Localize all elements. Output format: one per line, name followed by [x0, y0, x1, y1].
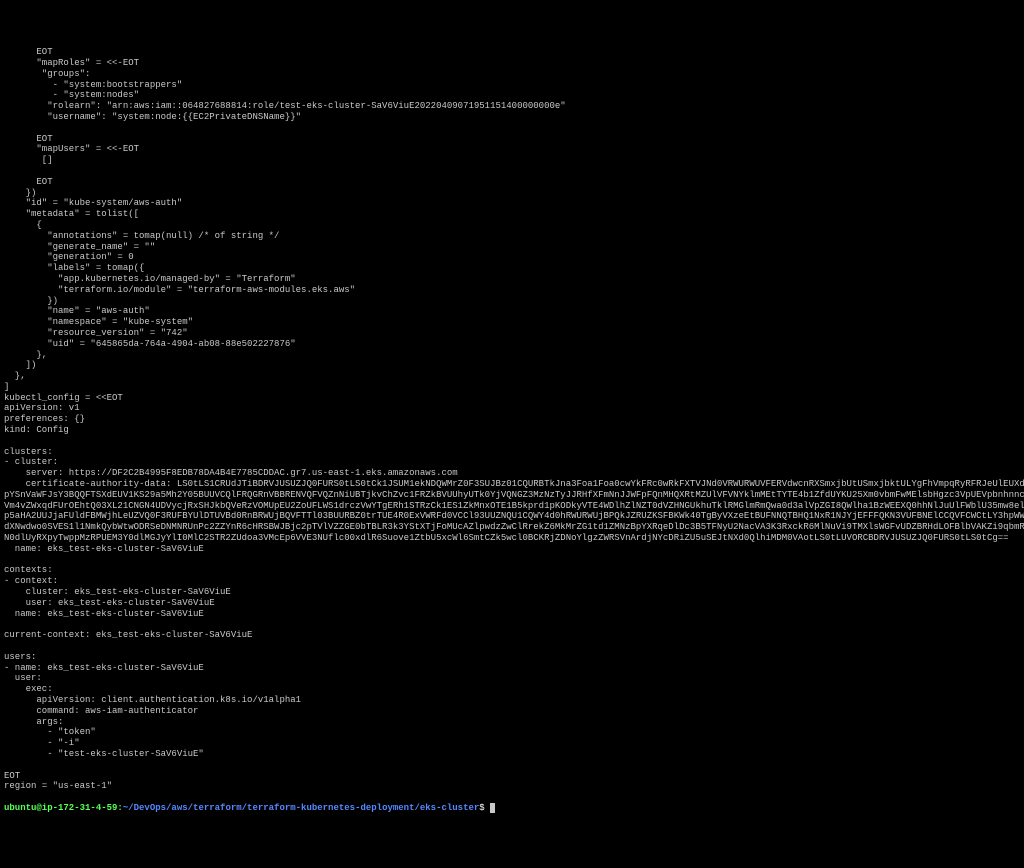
prompt-user-host: ubuntu@ip-172-31-4-59 — [4, 803, 117, 813]
terminal-line: "annotations" = tomap(null) /* of string… — [4, 231, 1020, 242]
terminal-line: "groups": — [4, 69, 1020, 80]
terminal-line: current-context: eks_test-eks-cluster-Sa… — [4, 630, 1020, 641]
terminal-line: "mapRoles" = <<-EOT — [4, 58, 1020, 69]
terminal-line: "name" = "aws-auth" — [4, 306, 1020, 317]
terminal-line — [4, 436, 1020, 447]
terminal-line: preferences: {} — [4, 414, 1020, 425]
terminal-line: [] — [4, 155, 1020, 166]
prompt-dollar: $ — [479, 803, 484, 813]
terminal-line: - "system:nodes" — [4, 90, 1020, 101]
terminal-line: cluster: eks_test-eks-cluster-SaV6ViuE — [4, 587, 1020, 598]
terminal-line: "namespace" = "kube-system" — [4, 317, 1020, 328]
terminal-line: "generate_name" = "" — [4, 242, 1020, 253]
terminal-line: args: — [4, 717, 1020, 728]
terminal-line: Vm4vZWxqdFUrOEhtQ03XL21CNGN4UDVycjRxSHJk… — [4, 501, 1020, 512]
terminal-line: name: eks_test-eks-cluster-SaV6ViuE — [4, 609, 1020, 620]
terminal-line — [4, 555, 1020, 566]
terminal-line: N0dlUyRXpyTwppMzRPUEM3Y0dlMGJyYlI0MlC2ST… — [4, 533, 1020, 544]
terminal-line: - context: — [4, 576, 1020, 587]
terminal-line: contexts: — [4, 565, 1020, 576]
terminal-line: }) — [4, 188, 1020, 199]
terminal-line: ] — [4, 382, 1020, 393]
terminal-line: users: — [4, 652, 1020, 663]
terminal-line: "resource_version" = "742" — [4, 328, 1020, 339]
terminal-line: server: https://DF2C2B4995F8EDB78DA4B4E7… — [4, 468, 1020, 479]
terminal-line: "id" = "kube-system/aws-auth" — [4, 198, 1020, 209]
terminal-line: "generation" = 0 — [4, 252, 1020, 263]
terminal-line: exec: — [4, 684, 1020, 695]
terminal-line: EOT — [4, 47, 1020, 58]
terminal-line: - "token" — [4, 727, 1020, 738]
terminal-line: pYSnVaWFJsY3BQQFTSXdEUV1KS29a5Mh2Y05BUUV… — [4, 490, 1020, 501]
terminal-line: clusters: — [4, 447, 1020, 458]
terminal-line — [4, 641, 1020, 652]
terminal-line: "labels" = tomap({ — [4, 263, 1020, 274]
terminal-line: ]) — [4, 360, 1020, 371]
terminal-line: - "test-eks-cluster-SaV6ViuE" — [4, 749, 1020, 760]
terminal-line: EOT — [4, 771, 1020, 782]
terminal-line: dXNwdwo0SVES1l1NmkQybWtwODRSeDNMNRUnPc2Z… — [4, 522, 1020, 533]
terminal-line: certificate-authority-data: LS0tLS1CRUdJ… — [4, 479, 1020, 490]
terminal-line: region = "us-east-1" — [4, 781, 1020, 792]
terminal-line: - name: eks_test-eks-cluster-SaV6ViuE — [4, 663, 1020, 674]
terminal-line: }) — [4, 296, 1020, 307]
terminal-output: EOT "mapRoles" = <<-EOT "groups": - "sys… — [4, 47, 1020, 792]
terminal-line — [4, 123, 1020, 134]
terminal-line: kind: Config — [4, 425, 1020, 436]
terminal-line: "mapUsers" = <<-EOT — [4, 144, 1020, 155]
terminal-line: apiVersion: client.authentication.k8s.io… — [4, 695, 1020, 706]
prompt-path: ~/DevOps/aws/terraform/terraform-kuberne… — [123, 803, 479, 813]
terminal-line: { — [4, 220, 1020, 231]
terminal-line: "username": "system:node:{{EC2PrivateDNS… — [4, 112, 1020, 123]
terminal-line: user: eks_test-eks-cluster-SaV6ViuE — [4, 598, 1020, 609]
terminal-line — [4, 166, 1020, 177]
terminal-line: - "system:bootstrappers" — [4, 80, 1020, 91]
terminal-line — [4, 619, 1020, 630]
prompt-line[interactable]: ubuntu@ip-172-31-4-59:~/DevOps/aws/terra… — [4, 803, 1020, 814]
terminal-line: p5aHA2UUJjaFUldFBMWjhLeUZVQ0F3RUFBYUlDTU… — [4, 511, 1020, 522]
terminal-line — [4, 760, 1020, 771]
terminal-line: apiVersion: v1 — [4, 403, 1020, 414]
terminal-line: name: eks_test-eks-cluster-SaV6ViuE — [4, 544, 1020, 555]
cursor — [490, 803, 495, 813]
terminal-line: user: — [4, 673, 1020, 684]
terminal-line: "metadata" = tolist([ — [4, 209, 1020, 220]
terminal-line: }, — [4, 371, 1020, 382]
terminal-line: "app.kubernetes.io/managed-by" = "Terraf… — [4, 274, 1020, 285]
terminal-line: kubectl_config = <<EOT — [4, 393, 1020, 404]
terminal-line: }, — [4, 350, 1020, 361]
terminal-line: "terraform.io/module" = "terraform-aws-m… — [4, 285, 1020, 296]
terminal-line: "rolearn": "arn:aws:iam::064827688814:ro… — [4, 101, 1020, 112]
terminal-line: - "-i" — [4, 738, 1020, 749]
terminal-line: EOT — [4, 134, 1020, 145]
terminal-line: EOT — [4, 177, 1020, 188]
terminal-line: "uid" = "645865da-764a-4904-ab08-88e5022… — [4, 339, 1020, 350]
terminal-line: command: aws-iam-authenticator — [4, 706, 1020, 717]
terminal-line: - cluster: — [4, 457, 1020, 468]
